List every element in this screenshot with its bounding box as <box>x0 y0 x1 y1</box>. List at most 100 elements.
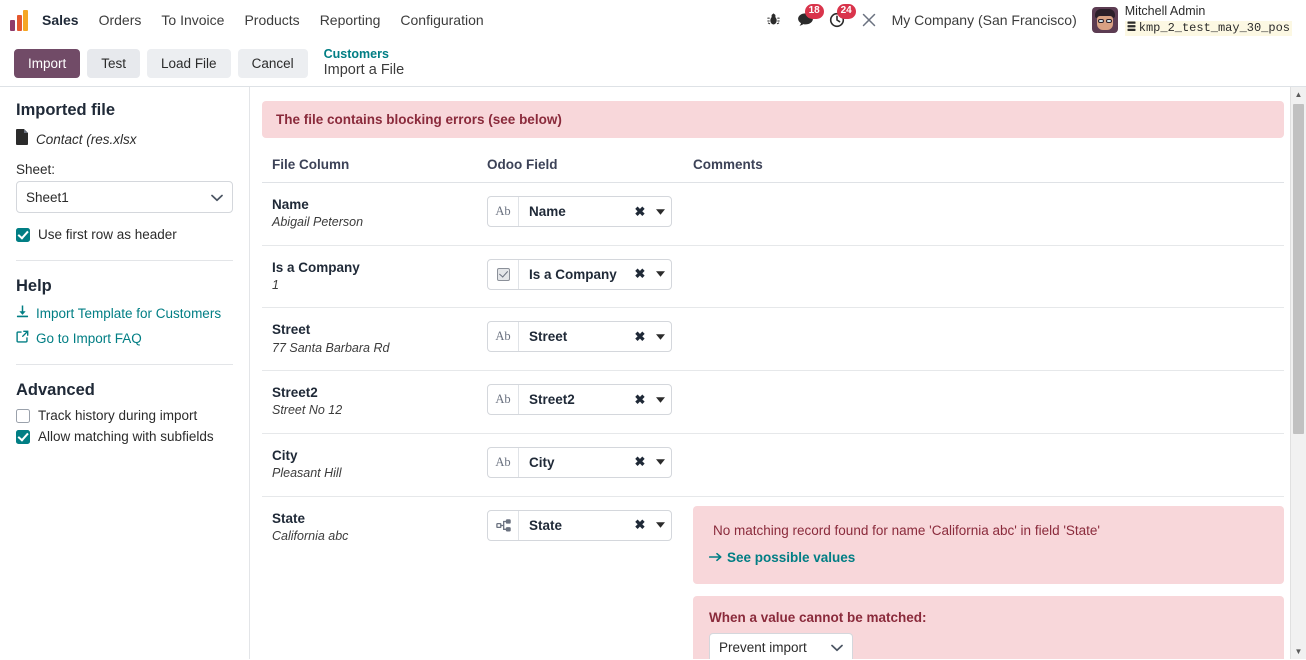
comments-cell <box>683 182 1284 246</box>
file-column-sample: Abigail Peterson <box>272 215 364 230</box>
page-title: Import a File <box>323 61 405 78</box>
odoo-field-select[interactable]: Ab Name ✖ <box>487 196 672 227</box>
odoo-field-value: Is a Company <box>529 266 617 282</box>
nav-configuration[interactable]: Configuration <box>390 6 493 34</box>
clear-x-icon[interactable]: ✖ <box>631 511 649 540</box>
odoo-field-cell: Ab Street2 ✖ <box>477 370 683 434</box>
nav-orders[interactable]: Orders <box>89 6 152 34</box>
blocking-errors-alert: The file contains blocking errors (see b… <box>262 101 1284 138</box>
caret-down-icon[interactable] <box>649 322 671 351</box>
caret-down-icon[interactable] <box>649 511 671 540</box>
file-column-cell: Street2 Street No 12 <box>262 370 477 434</box>
clear-x-icon[interactable]: ✖ <box>631 260 649 289</box>
odoo-field-value: Name <box>529 204 566 219</box>
scroll-down-icon[interactable]: ▼ <box>1291 644 1306 659</box>
file-column-cell: Name Abigail Peterson <box>262 182 477 246</box>
navbar-systray: 18 24 My Company (San Francisco) Mitchel… <box>764 4 1298 37</box>
nav-products[interactable]: Products <box>234 6 309 34</box>
odoo-field-value: City <box>529 454 555 470</box>
import-button[interactable]: Import <box>14 48 81 78</box>
test-button[interactable]: Test <box>87 48 141 78</box>
column-header-odoo-field: Odoo Field <box>477 149 683 183</box>
clear-x-icon[interactable]: ✖ <box>631 385 649 414</box>
checkbox-box <box>16 408 30 423</box>
odoo-field-select[interactable]: Ab Street2 ✖ <box>487 384 672 416</box>
database-icon <box>1127 21 1136 36</box>
use-first-row-as-header-checkbox[interactable]: Use first row as header <box>16 227 233 242</box>
tools-icon[interactable] <box>860 10 879 29</box>
sheet-select[interactable]: Sheet1 <box>16 181 233 213</box>
download-icon <box>16 305 29 321</box>
table-row: Street 77 Santa Barbara Rd Ab Street ✖ <box>262 307 1284 372</box>
caret-down-icon[interactable] <box>649 197 671 226</box>
file-icon <box>16 129 29 150</box>
top-navbar: Sales Orders To Invoice Products Reporti… <box>0 0 1306 40</box>
table-header-row: File Column Odoo Field Comments <box>262 149 1284 183</box>
import-faq-link[interactable]: Go to Import FAQ <box>16 330 233 346</box>
nav-to-invoice[interactable]: To Invoice <box>151 6 234 34</box>
odoo-field-value: Street <box>529 329 568 345</box>
scroll-up-icon[interactable]: ▲ <box>1291 87 1306 102</box>
nav-app-name[interactable]: Sales <box>40 6 89 34</box>
nav-reporting[interactable]: Reporting <box>310 6 391 34</box>
scrollbar-thumb[interactable] <box>1293 104 1304 434</box>
odoo-field-select[interactable]: State ✖ <box>487 509 672 541</box>
track-history-checkbox[interactable]: Track history during import <box>16 408 233 423</box>
allow-subfields-checkbox[interactable]: Allow matching with subfields <box>16 429 233 444</box>
imported-file-row: Contact (res.xlsx <box>16 129 233 150</box>
file-column-cell: Is a Company 1 <box>262 245 477 309</box>
user-menu[interactable]: Mitchell Admin kmp_2_test_may_30_pos <box>1091 4 1292 37</box>
help-title: Help <box>16 277 52 295</box>
advanced-title: Advanced <box>16 381 95 399</box>
clear-x-icon[interactable]: ✖ <box>631 322 649 351</box>
messages-icon[interactable]: 18 <box>796 4 824 29</box>
database-name: kmp_2_test_may_30_pos <box>1124 20 1292 37</box>
odoo-field-select[interactable]: Is a Company ✖ <box>487 258 672 290</box>
checkbox-box <box>16 429 30 444</box>
table-row: City Pleasant Hill Ab City ✖ <box>262 433 1284 497</box>
see-possible-values-label: See possible values <box>727 549 856 565</box>
import-sidebar: Imported file Contact (res.xlsx Sheet: S… <box>0 87 250 659</box>
file-column-sample: California abc <box>272 528 349 543</box>
boolean-field-icon <box>488 259 519 289</box>
fallback-select[interactable]: Prevent import <box>709 632 853 659</box>
clear-x-icon[interactable]: ✖ <box>631 448 649 477</box>
load-file-button[interactable]: Load File <box>147 48 231 78</box>
import-template-link-label: Import Template for Customers <box>36 305 222 321</box>
file-column-cell: City Pleasant Hill <box>262 433 477 497</box>
no-match-error-message: No matching record found for name 'Calif… <box>713 522 1101 538</box>
use-first-row-as-header-label: Use first row as header <box>38 227 177 242</box>
vertical-scrollbar[interactable]: ▲ ▼ <box>1290 87 1306 659</box>
caret-down-icon[interactable] <box>649 448 671 477</box>
import-faq-link-label: Go to Import FAQ <box>36 330 142 346</box>
breadcrumb-parent[interactable]: Customers <box>324 47 405 62</box>
clear-x-icon[interactable]: ✖ <box>631 197 649 226</box>
odoo-field-cell: Ab Street ✖ <box>477 307 683 372</box>
comments-cell <box>683 370 1284 434</box>
text-field-icon: Ab <box>488 197 519 226</box>
messages-badge: 18 <box>804 4 824 20</box>
bug-icon[interactable] <box>764 10 783 29</box>
comments-cell: No matching record found for name 'Calif… <box>683 496 1284 659</box>
import-main: The file contains blocking errors (see b… <box>250 87 1306 659</box>
caret-down-icon[interactable] <box>649 260 671 289</box>
activities-clock-icon[interactable]: 24 <box>828 4 856 29</box>
file-column-name: Street2 <box>272 385 318 401</box>
table-row: Is a Company 1 Is a Company ✖ <box>262 245 1284 309</box>
see-possible-values-link[interactable]: See possible values <box>708 549 856 565</box>
company-switcher[interactable]: My Company (San Francisco) <box>892 12 1077 28</box>
import-template-link[interactable]: Import Template for Customers <box>16 305 233 321</box>
text-field-icon: Ab <box>488 385 519 415</box>
track-history-label: Track history during import <box>38 408 198 423</box>
file-column-sample: 1 <box>272 277 279 292</box>
file-column-sample: Street No 12 <box>272 403 343 418</box>
table-row: State California abc State ✖ No matching… <box>262 496 1284 659</box>
odoo-field-cell: Is a Company ✖ <box>477 245 683 309</box>
odoo-field-select[interactable]: Ab City ✖ <box>487 446 672 478</box>
imported-file-title: Imported file <box>16 101 116 119</box>
caret-down-icon[interactable] <box>649 385 671 414</box>
odoo-logo-icon[interactable] <box>10 9 32 31</box>
cancel-button[interactable]: Cancel <box>237 48 308 78</box>
file-column-sample: Pleasant Hill <box>272 466 342 481</box>
odoo-field-select[interactable]: Ab Street ✖ <box>487 321 672 353</box>
